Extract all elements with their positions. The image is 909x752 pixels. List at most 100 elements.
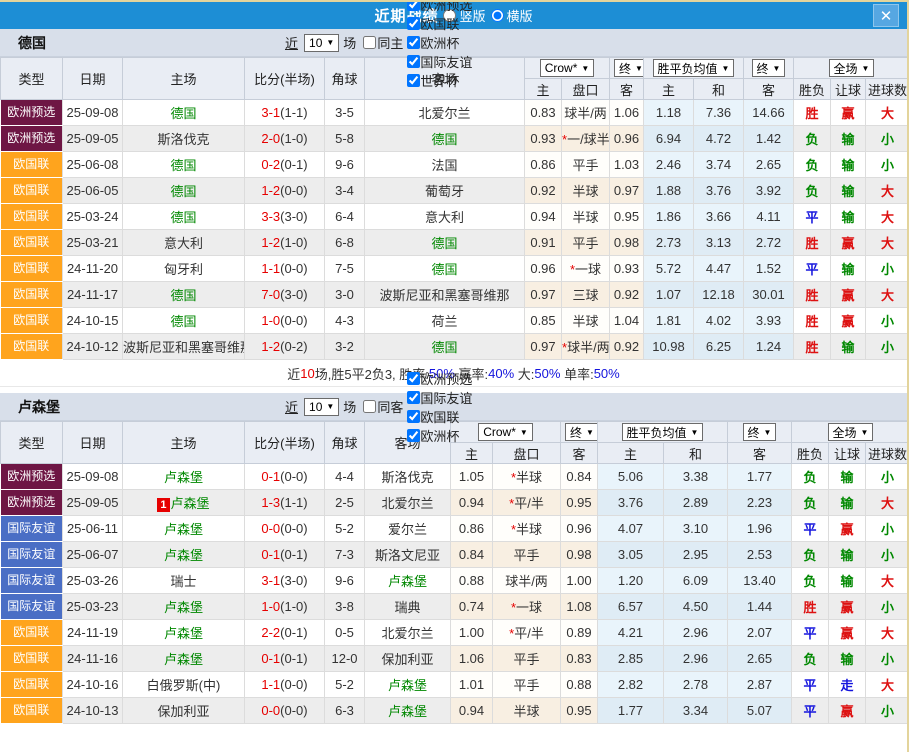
competition-checkbox[interactable] <box>407 410 420 423</box>
home-team-name: 卢森堡 <box>164 652 203 667</box>
handicap-value: 一球 <box>516 600 542 615</box>
avg-draw-cell: 4.72 <box>694 126 744 152</box>
avg-draw-cell: 4.50 <box>664 594 728 620</box>
wdl-final-select[interactable]: 终▼ <box>752 59 786 77</box>
handicap-cell: 半球 <box>562 308 610 334</box>
competition-filter-option[interactable]: 欧洲杯 <box>403 33 472 52</box>
layout-horizontal-label: 横版 <box>507 6 533 25</box>
match-count-select[interactable]: 10▼ <box>304 34 339 52</box>
competition-checkbox[interactable] <box>407 372 420 385</box>
competition-cell: 欧国联 <box>1 620 63 646</box>
half-time-score: (1-1) <box>280 105 307 120</box>
competition-filter-option[interactable]: 国际友谊 <box>403 52 472 71</box>
odds-final-select[interactable]: 终▼ <box>565 423 598 441</box>
competition-filter-option[interactable]: 欧国联 <box>403 407 472 426</box>
same-venue-option[interactable]: 同客 <box>356 397 403 416</box>
away-team-cell: 德国 <box>365 256 525 282</box>
period-select[interactable]: 全场▼ <box>828 423 874 441</box>
competition-checkbox[interactable] <box>407 17 420 30</box>
competition-badge: 欧国联 <box>1 204 63 229</box>
col-avg-home: 主 <box>598 443 664 464</box>
match-row: 欧国联24-11-17德国7-0(3-0)3-0波斯尼亚和黑塞哥维那0.97三球… <box>1 282 909 308</box>
away-team-name: 法国 <box>431 158 457 173</box>
away-team-cell: 斯洛伐克 <box>365 464 451 490</box>
wdl-final-select[interactable]: 终▼ <box>743 423 777 441</box>
result-cell-value: 胜 <box>805 314 818 329</box>
same-venue-checkbox[interactable] <box>363 36 376 49</box>
col-goals: 进球数 <box>866 79 909 100</box>
competition-label: 欧洲杯 <box>420 426 459 445</box>
date-cell: 24-10-16 <box>63 672 123 698</box>
odds-home-cell: 0.94 <box>451 698 493 724</box>
competition-badge: 欧国联 <box>1 698 63 723</box>
competition-filter-option[interactable]: 国际友谊 <box>403 388 472 407</box>
col-result: 胜负 <box>792 443 829 464</box>
home-team-name: 德国 <box>170 184 196 199</box>
date-cell: 25-06-07 <box>63 542 123 568</box>
handicap-value: 球半/两 <box>505 574 548 589</box>
competition-checkbox[interactable] <box>407 429 420 442</box>
odds-home-cell: 0.86 <box>451 516 493 542</box>
goals-result-cell: 大 <box>866 282 909 308</box>
col-date: 日期 <box>63 422 123 464</box>
competition-badge: 欧国联 <box>1 282 63 307</box>
match-count-select[interactable]: 10▼ <box>304 398 339 416</box>
half-time-score: (0-2) <box>280 339 307 354</box>
period-select[interactable]: 全场▼ <box>829 59 875 77</box>
handicap-result-cell-value: 输 <box>841 184 854 199</box>
home-team-cell: 卢森堡 <box>123 646 245 672</box>
odds-source-select[interactable]: Crow*▼ <box>540 59 595 77</box>
odds-home-cell: 0.97 <box>525 282 562 308</box>
corner-cell: 4-3 <box>325 308 365 334</box>
score-cell: 7-0(3-0) <box>245 282 325 308</box>
wdl-average-select[interactable]: 胜平负均值▼ <box>653 59 735 77</box>
result-cell-value: 负 <box>803 652 816 667</box>
home-team-cell: 白俄罗斯(中) <box>123 672 245 698</box>
goals-result-cell: 大 <box>866 204 909 230</box>
corner-cell: 5-8 <box>325 126 365 152</box>
summary-segment: 大: <box>514 364 534 383</box>
goals-result-cell-value: 小 <box>881 314 894 329</box>
date-cell: 25-06-08 <box>63 152 123 178</box>
odds-final-select[interactable]: 终▼ <box>614 59 644 77</box>
layout-horizontal-option[interactable]: 横版 <box>491 6 533 25</box>
col-result: 胜负 <box>794 79 831 100</box>
competition-cell: 国际友谊 <box>1 542 63 568</box>
odds-home-cell: 0.92 <box>525 178 562 204</box>
competition-checkbox[interactable] <box>407 0 420 11</box>
layout-horizontal-radio[interactable] <box>491 9 504 22</box>
filters-germany: 近 10▼ 场 同主 欧洲预选欧国联欧洲杯国际友谊世界杯 <box>285 0 472 90</box>
competition-checkbox[interactable] <box>407 55 420 68</box>
handicap-cell: *半球 <box>493 464 561 490</box>
competition-filter-option[interactable]: 欧洲预选 <box>403 369 472 388</box>
competition-filter-option[interactable]: 欧国联 <box>403 14 472 33</box>
handicap-result-cell-value: 输 <box>840 548 853 563</box>
home-team-name: 德国 <box>170 158 196 173</box>
wdl-average-select[interactable]: 胜平负均值▼ <box>622 423 704 441</box>
competition-checkbox[interactable] <box>407 391 420 404</box>
handicap-result-cell-value: 赢 <box>841 314 854 329</box>
date-cell: 25-09-08 <box>63 464 123 490</box>
competition-badge: 欧国联 <box>1 672 63 697</box>
competition-checkbox[interactable] <box>407 74 420 87</box>
competition-badge: 国际友谊 <box>1 516 63 541</box>
score-cell: 0-1(0-1) <box>245 542 325 568</box>
score-cell: 0-0(0-0) <box>245 516 325 542</box>
handicap-value: 平手 <box>572 236 598 251</box>
competition-filter-option[interactable]: 欧洲预选 <box>403 0 472 14</box>
handicap-value: 球半/两 <box>564 106 607 121</box>
goals-result-cell-value: 小 <box>881 652 894 667</box>
close-button[interactable]: ✕ <box>873 4 899 27</box>
result-cell: 负 <box>792 568 829 594</box>
same-venue-option[interactable]: 同主 <box>356 33 403 52</box>
competition-filter-option[interactable]: 欧洲杯 <box>403 426 472 445</box>
chevron-down-icon: ▼ <box>861 428 869 437</box>
odds-source-select[interactable]: Crow*▼ <box>478 423 533 441</box>
avg-home-cell: 2.82 <box>598 672 664 698</box>
chevron-down-icon: ▼ <box>764 428 772 437</box>
same-venue-checkbox[interactable] <box>363 400 376 413</box>
competition-filter-option[interactable]: 世界杯 <box>403 71 472 90</box>
handicap-cell: *平/半 <box>493 490 561 516</box>
competition-checkbox[interactable] <box>407 36 420 49</box>
competition-badge: 国际友谊 <box>1 594 63 619</box>
